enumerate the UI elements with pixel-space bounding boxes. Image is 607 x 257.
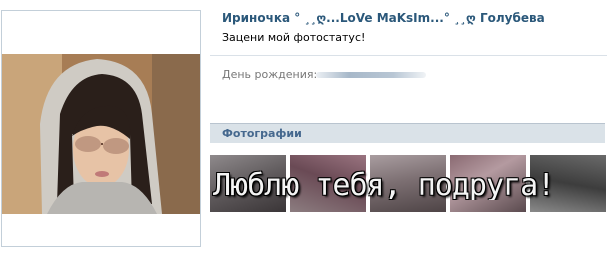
birthday-label: День рождения: (222, 68, 318, 81)
photo-thumbnail-4[interactable] (450, 155, 526, 212)
profile-name[interactable]: Ириночка ° ¸¸ღ...LoVe MaKsIm...° ¸¸ღ Гол… (222, 11, 545, 25)
divider (210, 55, 607, 56)
photo-thumbnail-5[interactable] (530, 155, 606, 212)
avatar-photo[interactable] (2, 54, 200, 214)
profile-avatar-box (1, 10, 201, 247)
photo-thumbnail-2[interactable] (290, 155, 366, 212)
photos-section-header[interactable]: Фотографии (210, 123, 605, 143)
photos-header-label[interactable]: Фотографии (222, 127, 302, 140)
photo-thumbnail-1[interactable] (210, 155, 286, 212)
photo-thumbnail-3[interactable] (370, 155, 446, 212)
profile-status[interactable]: Зацени мой фотостатус! (222, 31, 365, 44)
birthday-value-blurred (316, 72, 426, 78)
